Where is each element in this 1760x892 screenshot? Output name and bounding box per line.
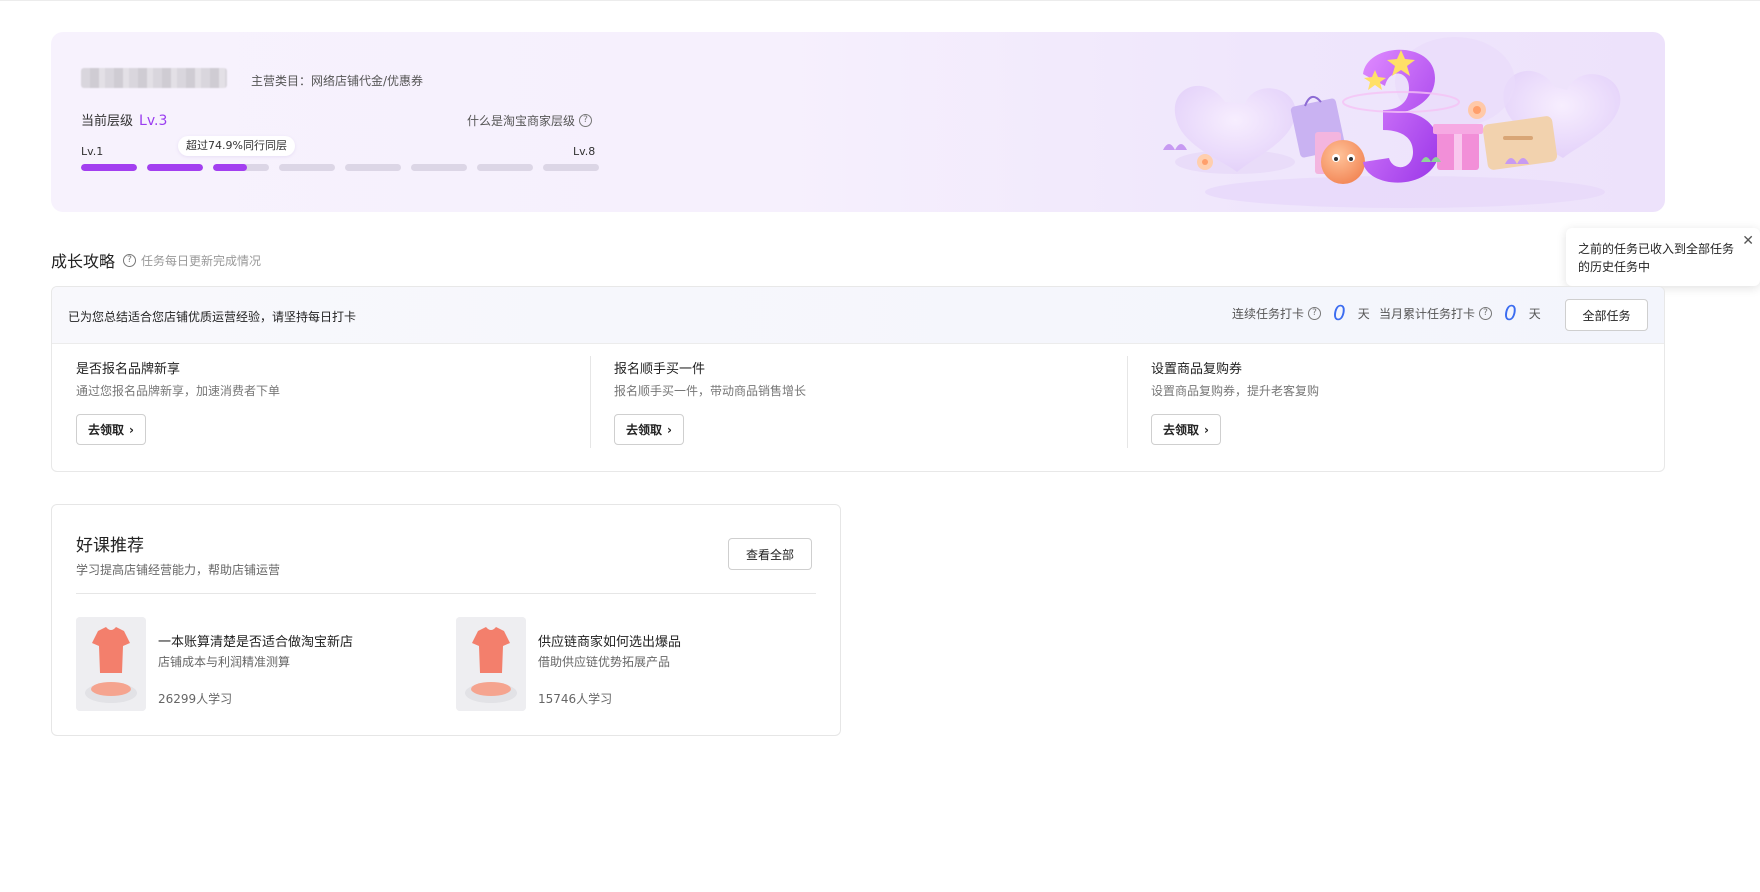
claim-label: 去领取 [1163, 423, 1200, 437]
task-card: 设置商品复购券 设置商品复购券，提升老客复购 去领取 › [1127, 344, 1627, 471]
help-icon: ? [579, 114, 593, 127]
chevron-right-icon: › [667, 422, 672, 437]
top-divider [0, 0, 1760, 1]
monthly-value: 0 [1504, 301, 1517, 325]
recommended-courses-panel: 好课推荐 学习提高店铺经营能力，帮助店铺运营 查看全部 一本账算清楚是否适合做淘… [51, 504, 841, 736]
tshirt-icon [76, 617, 146, 711]
tshirt-icon [456, 617, 526, 711]
streak-unit: 天 [1357, 306, 1370, 321]
courses-divider [76, 593, 816, 594]
what-is-level-link[interactable]: 什么是淘宝商家层级 ? [467, 112, 593, 129]
course-name: 供应链商家如何选出爆品 [538, 635, 682, 650]
monthly-unit: 天 [1528, 306, 1541, 321]
all-tasks-button[interactable]: 全部任务 [1565, 299, 1648, 331]
task-card: 是否报名品牌新享 通过您报名品牌新享，加速消费者下单 去领取 › [52, 344, 552, 471]
help-icon: ? [123, 253, 137, 267]
level-progress-segment [81, 164, 137, 171]
claim-label: 去领取 [88, 423, 125, 437]
level-progress-segment [477, 164, 533, 171]
task-title: 报名顺手买一件 [614, 362, 706, 377]
chevron-right-icon: › [129, 422, 134, 437]
level-progress-fill [213, 164, 247, 171]
task-desc: 设置商品复购券，提升老客复购 [1151, 384, 1320, 398]
help-icon[interactable]: ? [1308, 306, 1322, 320]
view-all-button[interactable]: 查看全部 [728, 538, 812, 570]
course-thumbnail [76, 617, 146, 711]
history-tasks-tooltip: 之前的任务已收入到全部任务的历史任务中 ✕ [1566, 228, 1760, 286]
claim-button[interactable]: 去领取 › [1151, 414, 1221, 445]
streak-counter: 连续任务打卡 ? 0 天 [1232, 303, 1370, 323]
task-card: 报名顺手买一件 报名顺手买一件，带动商品销售增长 去领取 › [590, 344, 1090, 471]
percentile-badge: 超过74.9%同行同层 [178, 136, 295, 156]
level-progress-segment [345, 164, 401, 171]
growth-title: 成长攻略 [51, 252, 116, 271]
claim-button[interactable]: 去领取 › [76, 414, 146, 445]
level-progress-segment [411, 164, 467, 171]
level-min-label: Lv.1 [81, 145, 104, 158]
shop-name-blurred [81, 68, 227, 88]
course-learner-count: 26299人学习 [158, 692, 233, 706]
level-progress-segment [147, 164, 203, 171]
tasks-header: 已为您总结适合您店铺优质运营经验，请坚持每日打卡 连续任务打卡 ? 0 天 当月… [52, 287, 1664, 344]
course-thumbnail [456, 617, 526, 711]
course-learner-count: 15746人学习 [538, 692, 613, 706]
monthly-label: 当月累计任务打卡 [1379, 306, 1476, 321]
monthly-counter: 当月累计任务打卡 ? 0 天 [1379, 303, 1541, 323]
task-desc: 报名顺手买一件，带动商品销售增长 [614, 384, 807, 398]
claim-label: 去领取 [626, 423, 663, 437]
current-level: 当前层级 Lv.3 [81, 110, 167, 129]
level-progress-fill [81, 164, 137, 171]
courses-subtitle: 学习提高店铺经营能力，帮助店铺运营 [76, 563, 281, 577]
level-progress-segment [279, 164, 335, 171]
task-title: 是否报名品牌新享 [76, 362, 181, 377]
growth-subtitle-text: 任务每日更新完成情况 [141, 253, 262, 268]
tasks-banner-message: 已为您总结适合您店铺优质运营经验，请坚持每日打卡 [68, 310, 357, 324]
main-category: 主营类目：网络店铺代金/优惠券 [251, 74, 424, 88]
task-title: 设置商品复购券 [1151, 362, 1243, 377]
level-max-label: Lv.8 [573, 145, 596, 158]
streak-value: 0 [1333, 301, 1346, 325]
course-desc: 借助供应链优势拓展产品 [538, 655, 671, 669]
level-progress-fill [147, 164, 203, 171]
course-item[interactable]: 一本账算清楚是否适合做淘宝新店 店铺成本与利润精准测算 26299人学习 [76, 617, 416, 713]
growth-section-header: 成长攻略 ? 任务每日更新完成情况 [51, 248, 261, 272]
help-icon[interactable]: ? [1479, 306, 1493, 320]
growth-subtitle: ? 任务每日更新完成情况 [123, 252, 261, 269]
level-progress-bar [81, 164, 599, 171]
tooltip-text: 之前的任务已收入到全部任务的历史任务中 [1578, 242, 1735, 274]
what-is-level-label: 什么是淘宝商家层级 [467, 114, 576, 128]
close-icon[interactable]: ✕ [1742, 234, 1754, 248]
current-level-value: Lv.3 [139, 113, 168, 129]
level-progress-segment [213, 164, 269, 171]
streak-label: 连续任务打卡 [1232, 306, 1305, 321]
courses-title: 好课推荐 [76, 536, 144, 556]
task-desc: 通过您报名品牌新享，加速消费者下单 [76, 384, 281, 398]
course-name: 一本账算清楚是否适合做淘宝新店 [158, 635, 354, 650]
current-level-label: 当前层级 [81, 114, 134, 129]
level-progress-segment [543, 164, 599, 171]
chevron-right-icon: › [1204, 422, 1209, 437]
growth-tasks-panel: 已为您总结适合您店铺优质运营经验，请坚持每日打卡 连续任务打卡 ? 0 天 当月… [51, 286, 1665, 472]
course-item[interactable]: 供应链商家如何选出爆品 借助供应链优势拓展产品 15746人学习 [456, 617, 796, 713]
task-list: 是否报名品牌新享 通过您报名品牌新享，加速消费者下单 去领取 › 报名顺手买一件… [52, 344, 1664, 471]
merchant-level-card: 主营类目：网络店铺代金/优惠券 当前层级 Lv.3 什么是淘宝商家层级 ? Lv… [51, 32, 1665, 212]
claim-button[interactable]: 去领取 › [614, 414, 684, 445]
level-3-illustration [1163, 37, 1621, 208]
course-desc: 店铺成本与利润精准测算 [158, 655, 291, 669]
